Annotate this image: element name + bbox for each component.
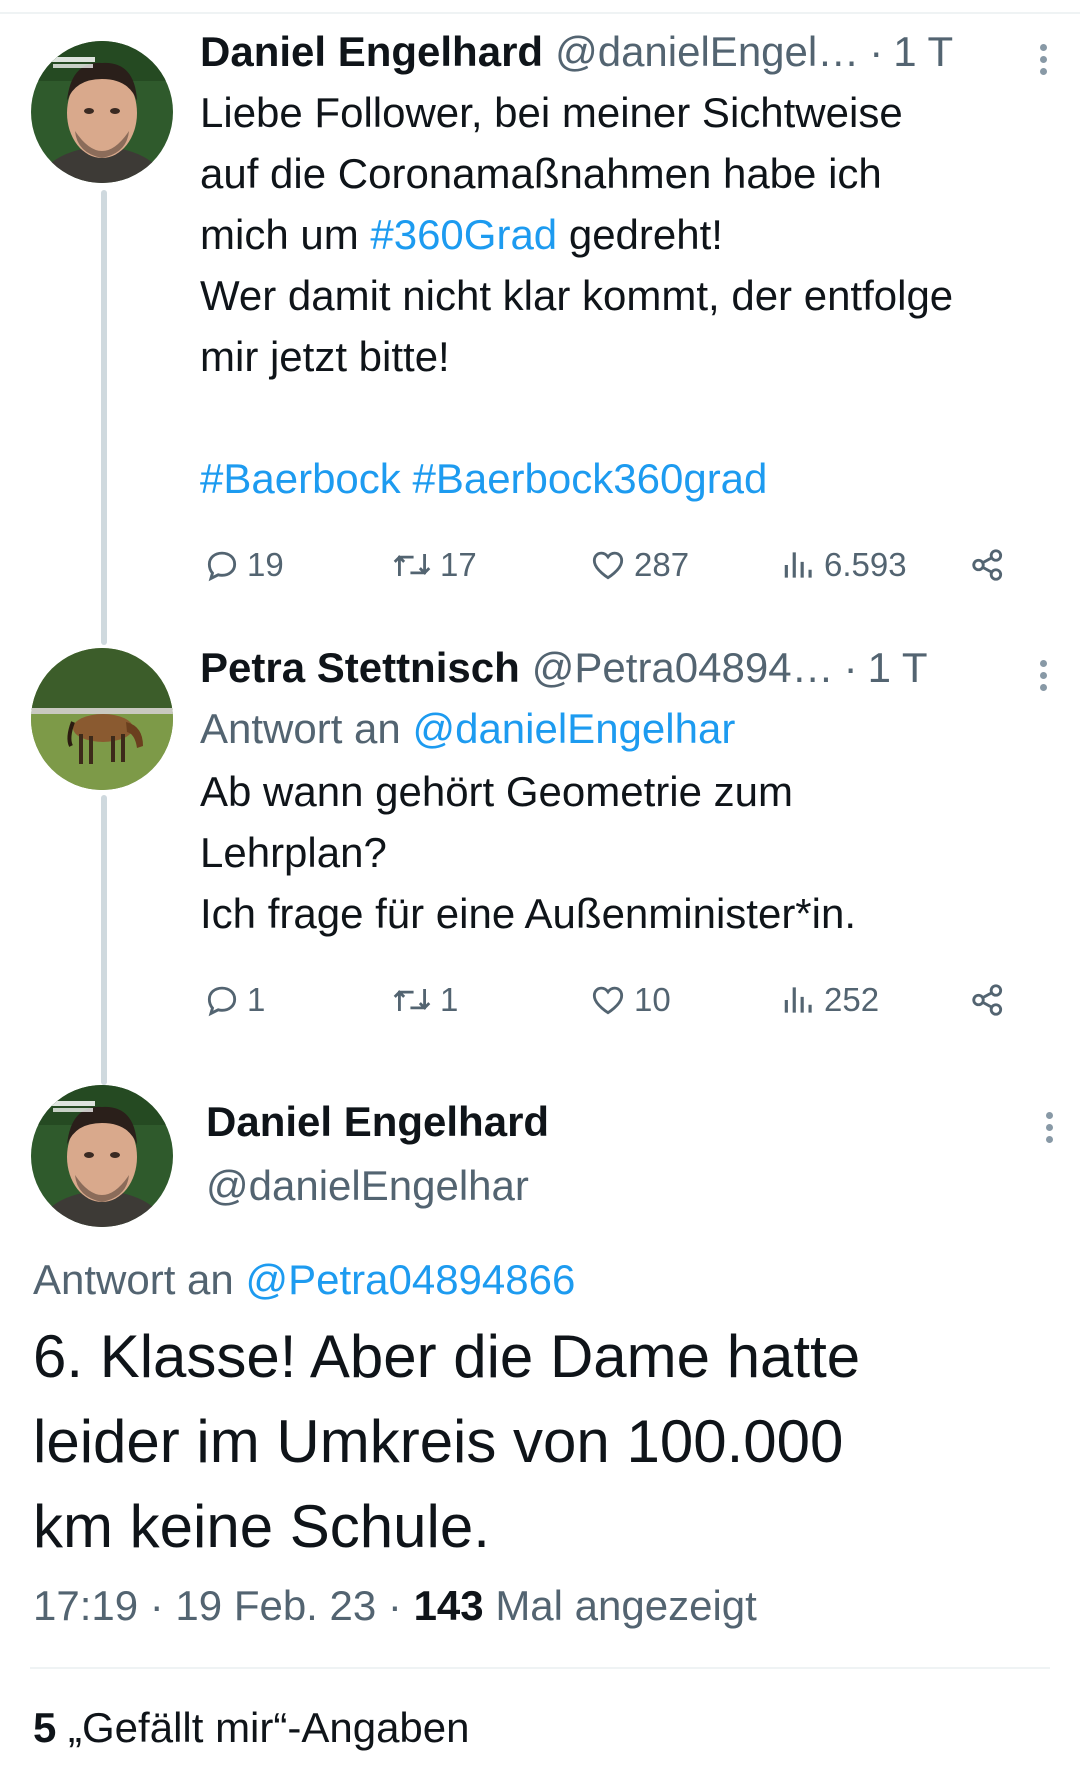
retweet-button[interactable]: 17 [390,535,477,595]
hashtag-line: #Baerbock #Baerbock360grad [200,448,1050,509]
views-button[interactable]: 6.593 [780,535,907,595]
retweet-count: 17 [440,546,477,583]
author-handle[interactable]: @danielEngel… [555,22,859,82]
share-icon [972,984,1003,1016]
avatar[interactable] [31,648,173,790]
tweet-time[interactable]: 1 T [893,22,953,82]
tweet-header: Daniel Engelhard @danielEngel… · 1 T [200,22,1050,82]
view-count: 252 [824,981,880,1018]
tweet-timestamp[interactable]: 17:19 · 19 Feb. 23 · [33,1582,414,1629]
author-handle[interactable]: @Petra04894… [532,638,834,698]
reply-button[interactable]: 1 [203,970,265,1030]
share-button[interactable] [968,970,1014,1030]
reply-count: 19 [247,546,284,583]
views-button[interactable]: 252 [780,970,879,1030]
tweet-text: Liebe Follower, bei meiner Sichtweise au… [200,82,1050,509]
reply-context: Antwort an @Petra04894866 [33,1252,575,1308]
tweet[interactable]: Daniel Engelhard @danielEngel… · 1 T Lie… [200,22,1050,509]
views-icon [784,987,812,1013]
avatar[interactable] [31,1085,173,1227]
tweet-line: leider im Umkreis von 100.000 [33,1408,844,1475]
separator-dot: · [869,28,884,75]
main-tweet-text: 6. Klasse! Aber die Dame hatte leider im… [33,1314,860,1569]
like-button[interactable]: 10 [588,970,671,1030]
reply-prefix: Antwort an [200,705,413,752]
more-options-icon[interactable] [1038,44,1050,80]
avatar[interactable] [31,41,173,183]
hashtag-link[interactable]: #360Grad [370,211,557,258]
tweet-time[interactable]: 1 T [868,638,928,698]
like-count: 287 [634,546,690,583]
share-icon [972,549,1003,581]
tweet-text-part: mich um [200,211,371,258]
tweet-line: km keine Schule. [33,1493,490,1560]
likes-summary[interactable]: 5 „Gefällt mir“-Angaben [33,1700,470,1756]
tweet-meta: 17:19 · 19 Feb. 23 · 143 Mal angezeigt [33,1578,757,1634]
hashtag-link[interactable]: #Baerbock360grad [412,455,767,502]
main-tweet-author[interactable]: Daniel Engelhard @danielEngelhar [206,1090,549,1218]
view-count: 143 [413,1582,484,1629]
thread-connector [101,795,107,1085]
reply-icon [207,551,237,582]
tweet-line: Ab wann gehört Geometrie zum [200,768,793,815]
view-count: 6.593 [824,546,907,583]
views-icon [784,552,812,578]
like-count: 10 [634,981,671,1018]
retweet-button[interactable]: 1 [390,970,458,1030]
heart-icon [592,551,624,580]
likes-label: „Gefällt mir“-Angaben [56,1704,470,1751]
tweet-text: Antwort an @danielEngelhar Ab wann gehör… [200,698,1050,944]
tweet-line: Ich frage für eine Außenminister*in. [200,890,857,937]
tweet-text-part: gedreht! [557,211,723,258]
tweet-line: Wer damit nicht klar kommt, der entfolge [200,272,954,319]
retweet-icon [393,554,431,576]
reply-icon [207,986,237,1017]
more-options-icon[interactable] [1044,1112,1056,1148]
tweet-actions: 19 17 287 6.593 [200,535,1020,595]
reply-button[interactable]: 19 [203,535,284,595]
tweet-header: Petra Stettnisch @Petra04894… · 1 T [200,638,1050,698]
divider [30,1667,1050,1669]
tweet-line: Liebe Follower, bei meiner Sichtweise [200,89,903,136]
author-handle[interactable]: @danielEngelhar [206,1154,549,1218]
separator-dot: · [843,644,858,691]
tweet-line: 6. Klasse! Aber die Dame hatte [33,1323,861,1390]
share-button[interactable] [968,535,1014,595]
retweet-icon [393,989,431,1011]
thread-connector [101,190,107,645]
reply-count: 1 [247,981,266,1018]
author-name[interactable]: Petra Stettnisch [200,638,520,698]
tweet-line: mir jetzt bitte! [200,333,450,380]
more-options-icon[interactable] [1038,660,1050,696]
reply-to-link[interactable]: @Petra04894866 [245,1256,575,1303]
reply-to-link[interactable]: @danielEngelhar [412,705,735,752]
author-name[interactable]: Daniel Engelhard [200,22,543,82]
tweet-line: auf die Coronamaßnahmen habe ich [200,150,882,197]
author-name[interactable]: Daniel Engelhard [206,1090,549,1154]
hashtag-link[interactable]: #Baerbock [200,455,401,502]
reply-prefix: Antwort an [33,1256,246,1303]
tweet[interactable]: Petra Stettnisch @Petra04894… · 1 T Antw… [200,638,1050,944]
top-divider [0,12,1080,14]
likes-count: 5 [33,1704,57,1751]
like-button[interactable]: 287 [588,535,689,595]
heart-icon [592,986,624,1015]
tweet-actions: 1 1 10 252 [200,970,1020,1030]
retweet-count: 1 [440,981,459,1018]
tweet-line: mich um #360Grad gedreht! [200,204,1050,265]
tweet-line: Lehrplan? [200,829,387,876]
view-label: Mal angezeigt [483,1582,757,1629]
reply-context: Antwort an @danielEngelhar [200,698,1050,759]
